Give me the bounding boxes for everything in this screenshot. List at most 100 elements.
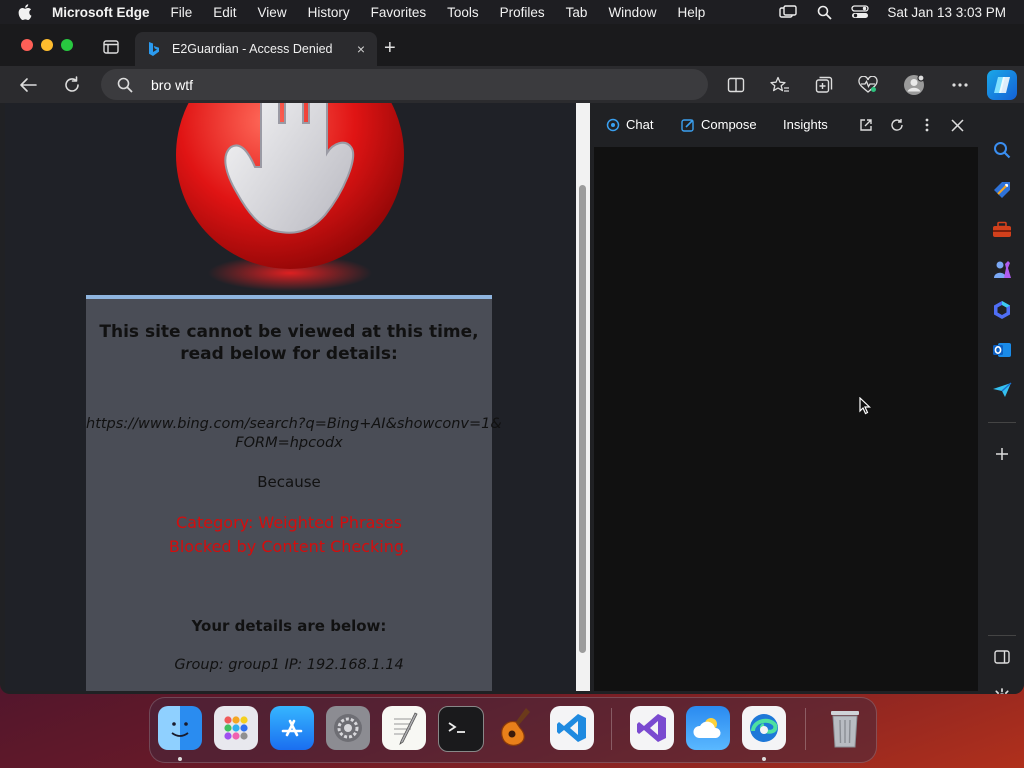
hide-sidebar-icon[interactable]	[990, 645, 1014, 669]
block-reason: Category: Weighted Phrases Blocked by Co…	[86, 511, 492, 559]
menu-help[interactable]: Help	[677, 5, 705, 20]
tab-insights-label: Insights	[783, 117, 828, 132]
block-reason-category: Category: Weighted Phrases	[176, 513, 402, 532]
screen-mirroring-icon[interactable]	[779, 5, 798, 19]
scrollbar-thumb[interactable]	[579, 185, 586, 653]
menu-profiles[interactable]: Profiles	[500, 5, 545, 20]
tab-e2guardian[interactable]: E2Guardian - Access Denied ×	[135, 32, 377, 66]
copilot-button[interactable]	[987, 70, 1017, 100]
menu-history[interactable]: History	[308, 5, 350, 20]
refresh-pane-icon[interactable]	[889, 117, 905, 133]
close-pane-icon[interactable]	[949, 117, 965, 133]
tab-close-button[interactable]: ×	[357, 41, 365, 57]
browser-essentials-icon[interactable]	[857, 74, 879, 96]
window-zoom-button[interactable]	[61, 39, 73, 51]
tab-chat-label: Chat	[626, 117, 654, 132]
split-screen-icon[interactable]	[725, 74, 747, 96]
more-options-icon[interactable]	[949, 74, 971, 96]
tab-bar: E2Guardian - Access Denied × +	[0, 24, 1024, 66]
menu-bar: Microsoft Edge File Edit View History Fa…	[0, 0, 1024, 24]
mouse-cursor-icon	[859, 397, 871, 415]
app-store-icon[interactable]	[270, 706, 314, 750]
stop-hand-logo	[175, 103, 405, 293]
sidebar-settings-icon[interactable]	[990, 685, 1014, 694]
games-icon[interactable]	[990, 258, 1014, 282]
tab-compose-label: Compose	[701, 117, 757, 132]
tab-compose[interactable]: Compose	[681, 117, 757, 132]
dock	[149, 697, 877, 763]
profile-avatar[interactable]	[903, 74, 925, 96]
menu-edit[interactable]: Edit	[213, 5, 236, 20]
garageband-icon[interactable]	[494, 706, 538, 750]
visual-studio-icon[interactable]	[630, 706, 674, 750]
blocked-url-line-2: FORM=hpcodx	[235, 435, 343, 451]
microsoft-365-icon[interactable]	[990, 298, 1014, 322]
access-denied-box: This site cannot be viewed at this time,…	[86, 295, 502, 691]
apple-icon[interactable]	[18, 4, 34, 20]
menubar-clock[interactable]: Sat Jan 13 3:03 PM	[887, 5, 1006, 20]
new-tab-button[interactable]: +	[384, 37, 396, 60]
menu-file[interactable]: File	[171, 5, 193, 20]
terminal-icon[interactable]	[438, 706, 484, 752]
back-button[interactable]	[17, 74, 39, 96]
menu-favorites[interactable]: Favorites	[371, 5, 427, 20]
vscode-icon[interactable]	[550, 706, 594, 750]
add-sidebar-app-icon[interactable]	[990, 442, 1014, 466]
browser-window: E2Guardian - Access Denied × + bro wtf T…	[0, 24, 1024, 694]
spotlight-search-icon[interactable]	[815, 5, 833, 20]
finder-icon[interactable]	[158, 706, 202, 750]
collections-icon[interactable]	[813, 74, 835, 96]
control-center-icon[interactable]	[851, 5, 870, 19]
block-reason-detail: Blocked by Content Checking.	[168, 537, 410, 556]
finder-running-indicator	[178, 757, 182, 761]
address-input[interactable]	[149, 75, 673, 94]
shopping-tag-icon[interactable]	[990, 178, 1014, 202]
favorites-icon[interactable]	[769, 74, 791, 96]
rail-divider	[988, 422, 1016, 423]
details-heading: Your details are below:	[191, 617, 387, 635]
drop-send-icon[interactable]	[990, 378, 1014, 402]
blocked-url-line-1: https://www.bing.com/search?q=Bing+AI&sh…	[86, 416, 502, 432]
edge-icon[interactable]	[742, 706, 786, 750]
group-ip-line: Group: group1 IP: 192.168.1.14	[174, 657, 404, 673]
tab-actions-icon[interactable]	[103, 40, 119, 54]
trash-icon[interactable]	[823, 706, 867, 750]
system-settings-icon[interactable]	[326, 706, 370, 750]
tools-icon[interactable]	[990, 218, 1014, 242]
textedit-icon[interactable]	[382, 706, 426, 750]
menu-view[interactable]: View	[258, 5, 287, 20]
chat-icon	[606, 118, 620, 131]
refresh-button[interactable]	[61, 74, 83, 96]
pane-more-icon[interactable]	[919, 117, 935, 133]
menu-window[interactable]: Window	[608, 5, 656, 20]
window-close-button[interactable]	[21, 39, 33, 51]
tab-chat[interactable]: Chat	[606, 117, 653, 132]
toolbar	[0, 66, 1024, 103]
window-minimize-button[interactable]	[41, 39, 53, 51]
launchpad-icon[interactable]	[214, 706, 258, 750]
compose-icon	[681, 118, 694, 132]
dock-divider-2	[805, 708, 806, 750]
menu-tab[interactable]: Tab	[566, 5, 588, 20]
blocked-url[interactable]: https://www.bing.com/search?q=Bing+AI&sh…	[86, 415, 502, 453]
weather-icon[interactable]	[686, 706, 730, 750]
tab-insights[interactable]: Insights	[783, 117, 828, 132]
menu-app-name[interactable]: Microsoft Edge	[52, 5, 150, 20]
sidebar-search-icon[interactable]	[990, 138, 1014, 162]
outlook-icon[interactable]	[990, 338, 1014, 362]
tab-title: E2Guardian - Access Denied	[172, 42, 333, 56]
page-scrollbar[interactable]	[576, 103, 590, 691]
address-bar[interactable]	[101, 69, 708, 100]
because-label: Because	[257, 473, 321, 491]
bing-favicon-icon	[147, 41, 161, 57]
menu-tools[interactable]: Tools	[447, 5, 479, 20]
search-icon	[117, 77, 133, 93]
deny-heading: This site cannot be viewed at this time,…	[99, 322, 479, 364]
copilot-pane-header: Chat Compose Insights	[594, 103, 978, 147]
rail-divider-bottom	[988, 635, 1016, 636]
dock-divider	[611, 708, 612, 750]
open-in-new-tab-icon[interactable]	[858, 117, 874, 133]
sidebar-rail	[980, 103, 1024, 694]
copilot-pane-body[interactable]	[594, 147, 978, 691]
page-content: This site cannot be viewed at this time,…	[5, 103, 576, 691]
